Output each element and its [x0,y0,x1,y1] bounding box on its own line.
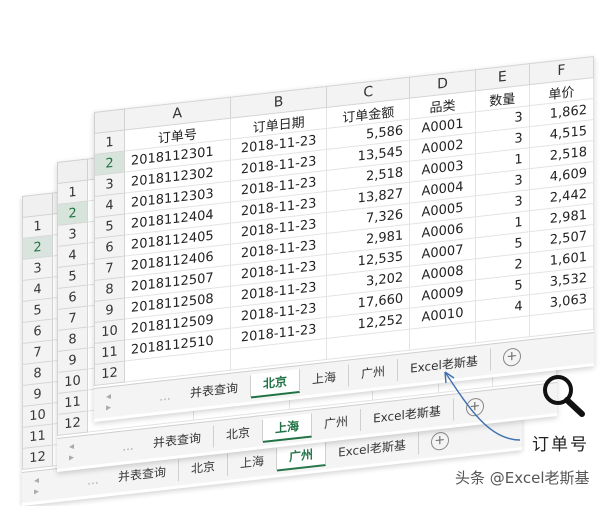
more-sheets-icon[interactable]: ... [115,438,141,455]
sheet-nav-arrows[interactable]: ◂ ▸ [94,387,152,415]
sheet-nav-arrows[interactable]: ◂ ▸ [57,437,115,465]
sheet-tab[interactable]: 上海 [300,364,350,392]
add-sheet-icon[interactable]: + [502,347,521,368]
sheet-tab[interactable]: 上海 [228,448,278,476]
row-header[interactable]: 12 [94,361,125,386]
sheet-tab[interactable]: Excel老斯基 [398,348,491,381]
sheet-tab[interactable]: 上海 [263,413,313,443]
add-sheet-icon[interactable]: + [430,431,449,452]
sheet-beijing: A B C D E F 1 订单号 订单日期 订单金额 品类 数量 单价 2 2018112301 2018-… [94,56,594,422]
sheet-tab[interactable]: 并表查询 [141,425,215,456]
cell-grid: ABCDEF1订单号订单日期订单金额品类数量单价220181123012018-… [94,56,594,386]
sheet-tab[interactable]: 广州 [312,408,362,437]
watermark: 头条 @Excel老斯基 [455,469,590,487]
row-header[interactable]: 12 [57,411,88,436]
cell[interactable] [475,315,530,343]
row-header[interactable]: 12 [22,445,53,470]
callout-label: 订单号 [532,435,589,455]
excel-stack-stage: ABCDEF1订单号订单日期订单金额品类数量单价220181123012018-… [0,0,613,506]
sheet-tab[interactable]: 并表查询 [178,375,252,406]
sheet-tab[interactable]: 广州 [349,358,399,387]
sheet-tab[interactable]: 北京 [251,368,301,399]
more-sheets-icon[interactable]: ... [152,388,178,405]
more-sheets-icon[interactable]: ... [80,472,106,489]
sheet-tab[interactable]: 北京 [179,453,229,482]
search-icon [543,375,585,417]
sheet-nav-arrows[interactable]: ◂ ▸ [22,471,80,499]
sheet-tab[interactable]: 北京 [214,419,264,448]
sheet-tab[interactable]: Excel老斯基 [361,398,454,431]
add-sheet-icon[interactable]: + [465,397,484,418]
